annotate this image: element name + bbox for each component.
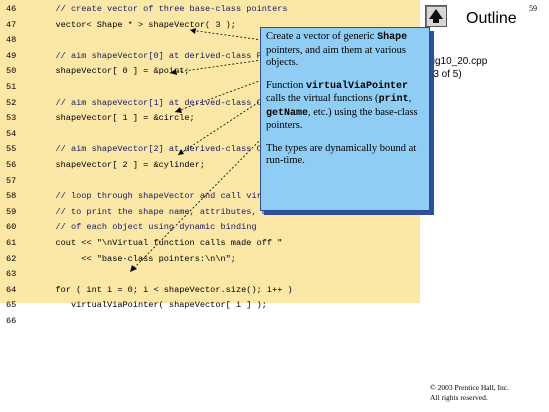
- arrow-to-line-50: [169, 59, 263, 74]
- callout-paragraph-2: Function virtualViaPointer calls the vir…: [266, 79, 418, 132]
- arrow-to-line-53: [174, 79, 263, 113]
- callout-paragraph-1: Create a vector of generic Shape pointer…: [266, 31, 408, 68]
- copyright-line-1: © 2003 Prentice Hall, Inc.: [430, 383, 510, 392]
- arrow-to-line-65: [129, 129, 271, 273]
- callout-paragraph-3: The types are dynamically bound at run-t…: [266, 142, 417, 167]
- copyright-line-2: All rights reserved.: [430, 393, 488, 402]
- copyright: © 2003 Prentice Hall, Inc. All rights re…: [430, 383, 509, 403]
- arrow-to-line-56: [177, 99, 263, 156]
- arrow-to-line-47: [189, 29, 263, 41]
- explanation-callout: Create a vector of generic Shape pointer…: [260, 27, 430, 211]
